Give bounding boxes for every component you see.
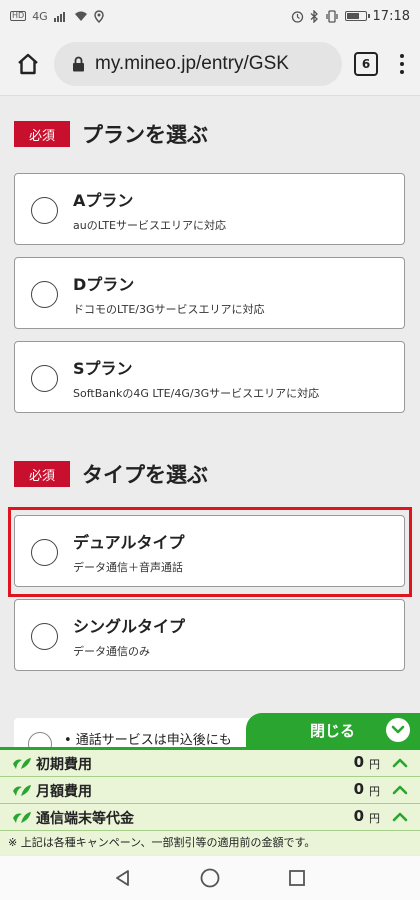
clock: 17:18	[372, 8, 410, 24]
alarm-icon	[291, 10, 303, 23]
back-icon	[116, 870, 130, 886]
location-icon	[93, 9, 104, 23]
type-section-title: タイプを選ぶ	[82, 463, 208, 487]
option-name: シングルタイプ	[73, 617, 186, 636]
close-label: 閉じる	[310, 721, 356, 740]
plan-option-d[interactable]: Dプラン ドコモのLTE/3Gサービスエリアに対応	[14, 257, 405, 329]
page: HD 4G 17:18 my.mineo.jp/entry/GSK 6 必須 プ…	[0, 0, 420, 900]
required-badge: 必須	[14, 461, 70, 487]
plan-section-title: プランを選ぶ	[82, 123, 208, 147]
option-name: Aプラン	[73, 191, 134, 210]
more-vert-icon[interactable]	[394, 53, 410, 74]
chevron-up-icon[interactable]	[392, 783, 408, 797]
option-name: Dプラン	[73, 275, 135, 294]
leaf-icon	[13, 758, 31, 769]
recents-button[interactable]	[285, 866, 309, 890]
cost-label: 初期費用	[36, 757, 92, 773]
home-nav-icon	[200, 868, 220, 888]
cost-row-monthly[interactable]: 月額費用 0 円	[0, 777, 420, 804]
bluetooth-icon	[310, 9, 318, 23]
chevron-down-icon	[386, 718, 410, 742]
cost-label: 月額費用	[36, 784, 92, 800]
cost-row-device[interactable]: 通信端末等代金 0 円	[0, 804, 420, 831]
system-nav-bar	[0, 856, 420, 900]
home-nav-button[interactable]	[198, 866, 222, 890]
lock-icon	[73, 56, 84, 71]
vibrate-icon	[325, 9, 338, 23]
status-left: HD 4G	[10, 9, 104, 23]
plan-option-s[interactable]: Sプラン SoftBankの4G LTE/4G/3Gサービスエリアに対応	[14, 341, 405, 413]
battery-icon	[344, 11, 370, 21]
tab-count: 6	[361, 56, 371, 71]
type-option-dual[interactable]: デュアルタイプ データ通信＋音声通話	[14, 515, 405, 587]
home-icon	[18, 53, 38, 74]
plan-option-a[interactable]: Aプラン auのLTEサービスエリアに対応	[14, 173, 405, 245]
cost-unit: 円	[369, 758, 380, 771]
signal-icon	[53, 12, 65, 22]
cost-unit: 円	[369, 785, 380, 798]
wifi-icon	[74, 11, 87, 21]
back-button[interactable]	[111, 866, 135, 890]
status-bar: HD 4G 17:18	[0, 0, 420, 32]
type-option-single[interactable]: シングルタイプ データ通信のみ	[14, 599, 405, 671]
recents-icon	[288, 870, 305, 886]
radio-button[interactable]	[31, 539, 58, 566]
radio-button[interactable]	[31, 281, 58, 308]
url-text: my.mineo.jp/entry/GSK	[95, 52, 289, 74]
radio-button[interactable]	[31, 623, 58, 650]
tab-switcher-button[interactable]: 6	[354, 51, 378, 76]
main-content: 必須 プランを選ぶ Aプラン auのLTEサービスエリアに対応 Dプラン ドコモ…	[0, 97, 420, 747]
cost-footnote: ※ 上記は各種キャンペーン、一部割引等の適用前の金額です。	[8, 836, 316, 849]
cost-summary-panel: 初期費用 0 円 月額費用 0 円 通信端末等代金 0 円 ※ 上記は各種キャン…	[0, 747, 420, 855]
leaf-icon	[13, 812, 31, 823]
status-right: 17:18	[291, 9, 410, 24]
note-text: • 通話サービスは申込後にも	[64, 733, 232, 748]
address-bar[interactable]: my.mineo.jp/entry/GSK	[54, 41, 342, 86]
leaf-icon	[13, 785, 31, 796]
cost-value: 0	[353, 807, 364, 825]
home-button[interactable]	[10, 46, 46, 82]
radio-button[interactable]	[31, 197, 58, 224]
option-description: データ通信＋音声通話	[73, 561, 183, 574]
cost-label: 通信端末等代金	[36, 811, 134, 827]
radio-button[interactable]	[31, 365, 58, 392]
cost-value: 0	[353, 753, 364, 771]
chevron-up-icon[interactable]	[392, 756, 408, 770]
battery-fill	[346, 13, 359, 19]
option-description: SoftBankの4G LTE/4G/3Gサービスエリアに対応	[73, 387, 320, 400]
option-description: auのLTEサービスエリアに対応	[73, 219, 226, 232]
browser-toolbar: my.mineo.jp/entry/GSK 6	[0, 32, 420, 96]
hd-badge: HD	[10, 11, 27, 21]
chevron-up-icon[interactable]	[392, 810, 408, 824]
option-description: ドコモのLTE/3Gサービスエリアに対応	[73, 303, 265, 316]
option-name: デュアルタイプ	[73, 533, 185, 552]
option-name: Sプラン	[73, 359, 133, 378]
network-label: 4G	[32, 9, 48, 23]
plan-section-heading: 必須 プランを選ぶ	[14, 119, 208, 149]
type-section-heading: 必須 タイプを選ぶ	[14, 459, 208, 489]
option-description: データ通信のみ	[73, 645, 150, 658]
call-service-note: • 通話サービスは申込後にも	[14, 718, 254, 748]
cost-unit: 円	[369, 812, 380, 825]
info-icon	[28, 732, 52, 748]
cost-row-initial[interactable]: 初期費用 0 円	[0, 750, 420, 777]
close-panel-button[interactable]: 閉じる	[246, 713, 420, 747]
cost-value: 0	[353, 780, 364, 798]
required-badge: 必須	[14, 121, 70, 147]
